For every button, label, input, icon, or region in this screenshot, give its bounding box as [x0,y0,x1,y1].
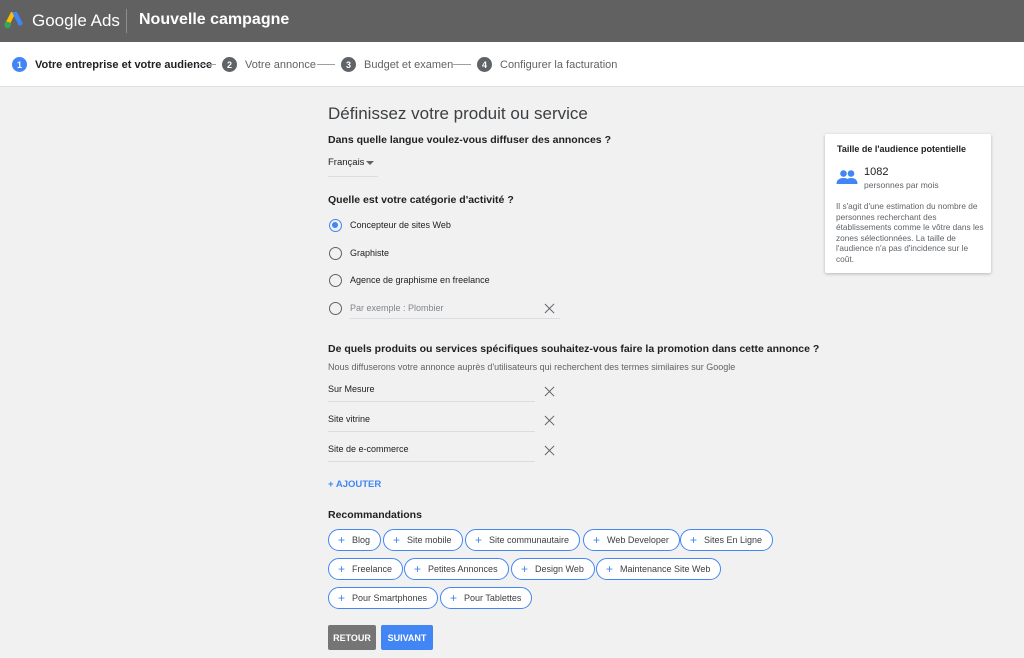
campaign-stepper: 1 Votre entreprise et votre audience 2 V… [0,42,1024,87]
plus-icon: + [338,562,346,576]
category-option-custom[interactable] [329,300,342,316]
chip-label: Design Web [535,564,584,574]
recommendation-chip[interactable]: + Web Developer [583,529,680,551]
recommendation-chip[interactable]: + Freelance [328,558,404,580]
plus-icon: + [393,533,401,547]
plus-icon: + [414,562,422,576]
keyword-field[interactable]: Sur Mesure [328,380,535,402]
add-keyword-link[interactable]: + AJOUTER [328,479,381,490]
step-number: 2 [222,57,237,72]
plus-icon: + [593,533,601,547]
plus-icon: + [338,591,346,605]
step-3[interactable]: 3 Budget et examen [341,56,453,73]
step-label: Votre annonce [245,58,316,71]
chip-label: Petites Annonces [428,564,498,574]
page-header-title: Nouvelle campagne [139,11,290,28]
step-number: 3 [341,57,356,72]
clear-icon[interactable] [544,415,555,426]
products-question: De quels produits ou services spécifique… [328,343,820,355]
step-connector [198,64,216,65]
audience-card-title: Taille de l'audience potentielle [837,144,967,154]
products-hint: Nous diffuserons votre annonce auprès d'… [328,362,736,372]
back-button[interactable]: RETOUR [328,625,376,650]
clear-icon[interactable] [544,303,555,314]
step-connector [317,64,335,65]
plus-icon: + [450,591,458,605]
plus-icon: + [606,562,614,576]
audience-count: 1082 [864,166,889,178]
audience-description: Il s'agit d'une estimation du nombre de … [836,201,984,264]
language-question: Dans quelle langue voulez-vous diffuser … [328,134,611,146]
step-number: 4 [477,57,492,72]
keyword-field[interactable]: Site vitrine [328,410,535,432]
plus-icon: + [521,562,529,576]
recommendations-title: Recommandations [328,509,422,521]
radio-checked-icon[interactable] [329,218,342,232]
caret-down-icon [366,161,374,165]
chip-label: Site communautaire [489,535,570,545]
people-icon [836,170,858,184]
chip-label: Blog [352,535,371,545]
radio-unchecked-icon[interactable] [329,273,342,287]
category-question: Quelle est votre catégorie d'activité ? [328,194,514,206]
chip-label: Freelance [352,564,393,574]
audience-size-card: Taille de l'audience potentielle 1082 pe… [825,134,991,273]
step-label: Votre entreprise et votre audience [35,58,213,71]
category-option-graphiste[interactable]: Graphiste [329,245,389,261]
category-option-agence-freelance[interactable]: Agence de graphisme en freelance [329,272,490,288]
step-connector [453,64,471,65]
chip-label: Sites En Ligne [704,535,763,545]
top-bar: Google Ads Nouvelle campagne [0,0,1024,42]
recommendation-chip[interactable]: + Site mobile [383,529,463,551]
page-title: Définissez votre produit ou service [328,104,588,123]
chip-label: Pour Smartphones [352,593,428,603]
category-custom-input[interactable]: Par exemple : Plombier [350,299,560,319]
chip-label: Site mobile [407,535,452,545]
next-button[interactable]: SUIVANT [381,625,433,650]
language-selected-value: Français [328,157,365,168]
plus-icon: + [338,533,346,547]
radio-label: Graphiste [350,248,390,258]
recommendation-chip[interactable]: + Design Web [511,558,595,580]
google-ads-logo-icon [4,12,23,29]
recommendation-chip[interactable]: + Maintenance Site Web [596,558,722,580]
recommendation-chip[interactable]: + Pour Tablettes [440,587,533,609]
recommendation-chip[interactable]: + Blog [328,529,382,551]
step-number: 1 [12,57,27,72]
language-select[interactable]: Français [328,157,378,177]
chip-label: Maintenance Site Web [620,564,711,574]
recommendation-chip[interactable]: + Pour Smartphones [328,587,439,609]
chip-label: Web Developer [607,535,669,545]
recommendation-chip[interactable]: + Petites Annonces [404,558,509,580]
step-4[interactable]: 4 Configurer la facturation [477,56,617,73]
plus-icon: + [690,533,698,547]
chip-label: Pour Tablettes [464,593,522,603]
brand-name: Google Ads [32,11,120,30]
radio-unchecked-icon[interactable] [329,246,342,260]
step-1[interactable]: 1 Votre entreprise et votre audience [12,56,212,73]
radio-unchecked-icon[interactable] [329,301,342,315]
clear-icon[interactable] [544,386,555,397]
audience-unit: personnes par mois [864,180,939,190]
clear-icon[interactable] [544,445,555,456]
step-label: Configurer la facturation [500,58,618,71]
radio-label: Concepteur de sites Web [350,220,451,230]
keyword-field[interactable]: Site de e-commerce [328,440,535,462]
recommendation-chip[interactable]: + Site communautaire [465,529,581,551]
header-divider [126,9,127,33]
plus-icon: + [475,533,483,547]
step-2[interactable]: 2 Votre annonce [222,56,316,73]
category-option-web-designer[interactable]: Concepteur de sites Web [329,217,451,233]
radio-label: Agence de graphisme en freelance [350,275,490,285]
step-label: Budget et examen [364,58,454,71]
recommendation-chip[interactable]: + Sites En Ligne [680,529,774,551]
